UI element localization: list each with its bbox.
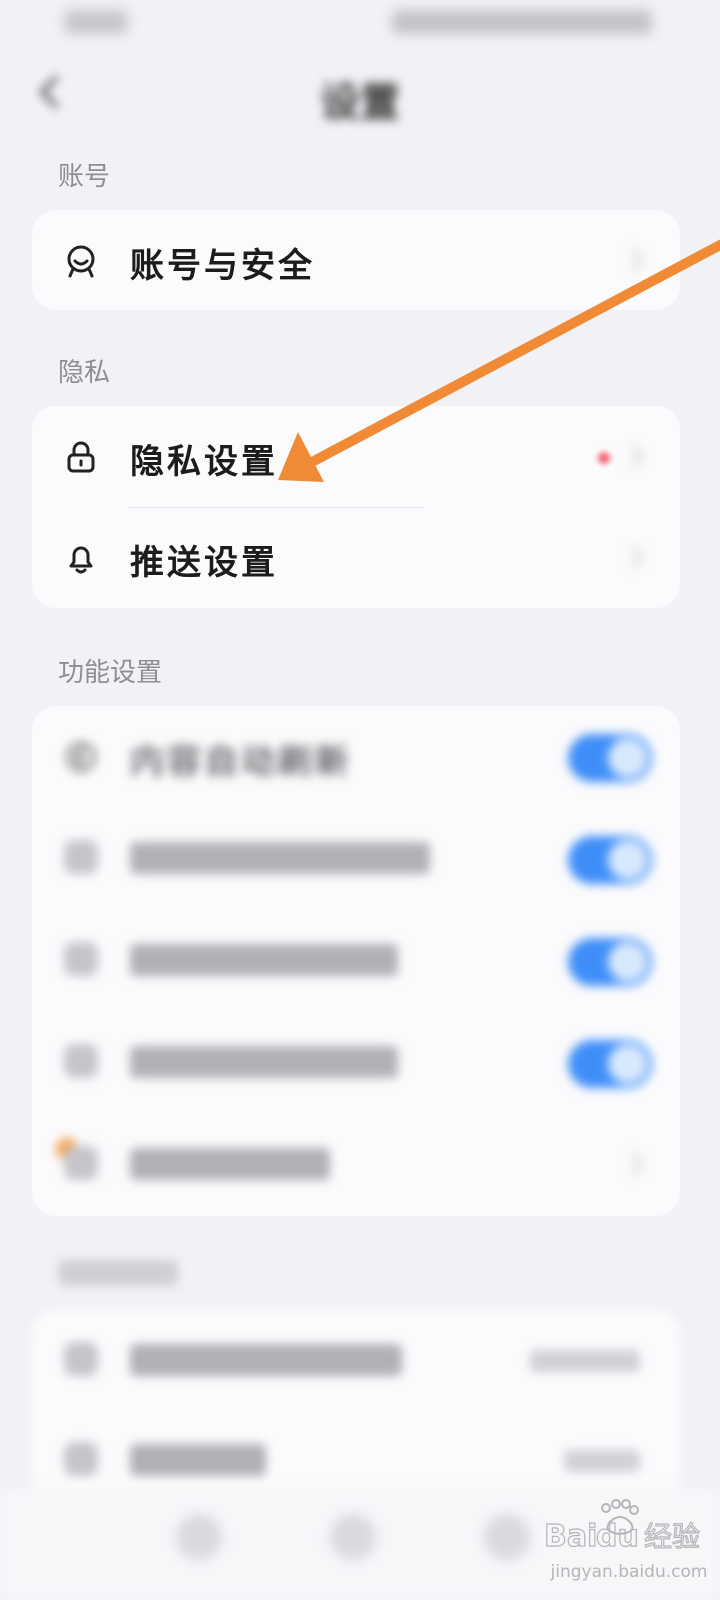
- section-label-features: 功能设置: [58, 658, 163, 688]
- watermark-url: jingyan.baidu.com: [550, 1562, 708, 1582]
- auto-refresh-label: 内容自动刷新: [130, 742, 352, 782]
- auto-refresh-toggle[interactable]: [568, 734, 652, 782]
- list-item[interactable]: [32, 1114, 680, 1214]
- baidu-logo: Bai du 经验: [544, 1499, 701, 1555]
- account-security-row[interactable]: 账号与安全: [32, 210, 680, 310]
- section-label-account: 账号: [58, 162, 111, 192]
- placeholder-text: [130, 1148, 330, 1180]
- placeholder-text: [130, 1344, 402, 1376]
- list-item[interactable]: [32, 1012, 680, 1112]
- status-icons: [392, 10, 652, 34]
- svg-text:Bai: Bai: [544, 1519, 597, 1554]
- lock-icon: [67, 441, 95, 473]
- chevron-right-icon: [631, 249, 643, 271]
- auto-refresh-icon: [66, 742, 96, 772]
- list-item[interactable]: [32, 910, 680, 1010]
- section-label: [58, 1260, 178, 1286]
- placeholder-value: [530, 1350, 640, 1372]
- privacy-card: 隐私设置 推送设置: [32, 406, 680, 608]
- placeholder-text: [130, 1444, 266, 1476]
- privacy-settings-row[interactable]: 隐私设置: [32, 406, 680, 506]
- svg-text:经验: 经验: [644, 1520, 700, 1553]
- list-item[interactable]: [32, 808, 680, 908]
- top-bar: 设置: [0, 56, 720, 132]
- account-card: 账号与安全: [32, 210, 680, 310]
- features-card: 内容自动刷新: [32, 706, 680, 1216]
- placeholder-icon: [64, 1146, 98, 1180]
- bell-icon: [69, 546, 93, 574]
- account-icon: [67, 245, 95, 278]
- chevron-right-icon: [631, 445, 643, 467]
- chevron-right-icon: [631, 1153, 643, 1175]
- page-title: 设置: [320, 80, 400, 126]
- privacy-settings-label: 隐私设置: [130, 442, 278, 482]
- placeholder-text: [130, 1046, 398, 1078]
- section-label-privacy: 隐私: [58, 358, 111, 388]
- placeholder-text: [130, 944, 398, 976]
- placeholder-icon: [64, 840, 98, 874]
- tab-item[interactable]: [484, 1514, 530, 1560]
- tab-item[interactable]: [330, 1514, 376, 1560]
- row-divider: [128, 507, 424, 508]
- toggle[interactable]: [568, 836, 652, 884]
- list-item[interactable]: [32, 1310, 680, 1410]
- status-bar: [0, 0, 720, 48]
- placeholder-text: [130, 842, 430, 874]
- status-time: [64, 10, 128, 34]
- tab-item[interactable]: [176, 1514, 222, 1560]
- toggle[interactable]: [568, 1040, 652, 1088]
- account-security-label: 账号与安全: [130, 246, 315, 286]
- placeholder-value: [564, 1450, 640, 1472]
- settings-card: [32, 1310, 680, 1510]
- placeholder-icon: [64, 942, 98, 976]
- push-settings-label: 推送设置: [130, 543, 278, 583]
- notification-badge: [598, 452, 610, 464]
- push-settings-row[interactable]: 推送设置: [32, 507, 680, 607]
- placeholder-icon: [64, 1442, 98, 1476]
- placeholder-icon: [64, 1342, 98, 1376]
- baidu-watermark: Bai du 经验 jingyan.baidu.com: [544, 1490, 714, 1590]
- placeholder-icon: [64, 1044, 98, 1078]
- chevron-right-icon: [631, 546, 643, 568]
- auto-refresh-row[interactable]: 内容自动刷新: [32, 706, 680, 806]
- toggle[interactable]: [568, 938, 652, 986]
- svg-text:du: du: [596, 1519, 639, 1554]
